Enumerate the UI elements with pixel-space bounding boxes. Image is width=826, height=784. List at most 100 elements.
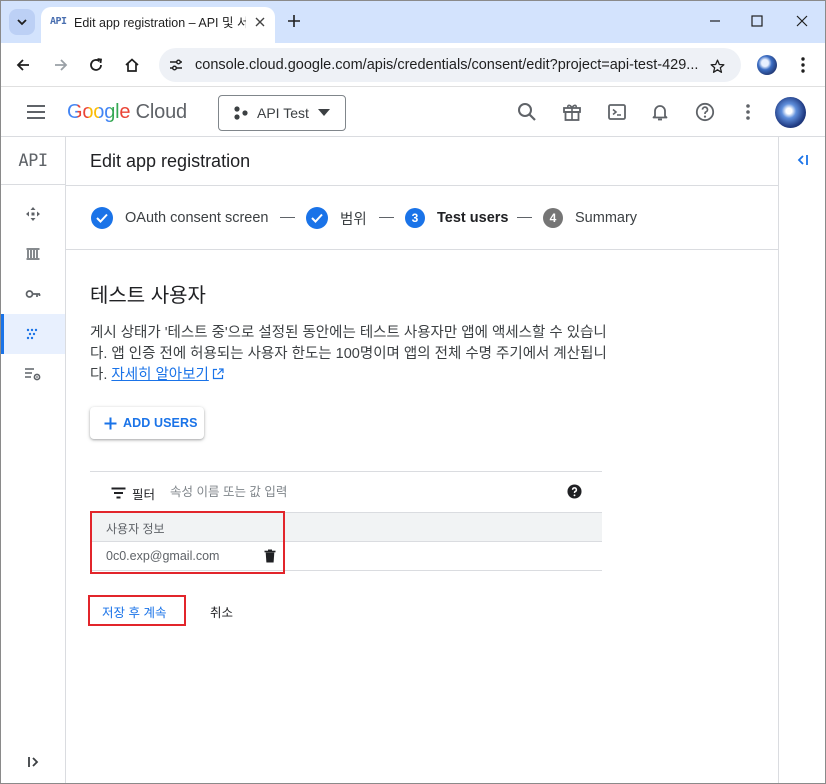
minimize-icon	[710, 20, 720, 22]
settings-menu-button[interactable]	[736, 100, 760, 124]
learn-more-link[interactable]: 자세히 알아보기	[111, 367, 208, 383]
step-scopes[interactable]: 범위	[306, 207, 367, 229]
help-button[interactable]	[693, 100, 717, 124]
step-number: 3	[405, 208, 425, 228]
plus-icon	[102, 415, 118, 431]
collapse-left-icon	[797, 155, 808, 165]
browser-profile-avatar[interactable]	[757, 55, 777, 75]
tab-strip: API Edit app registration – API 및 서비스	[1, 1, 825, 43]
step-separator	[280, 217, 295, 218]
rail-item-enabled-apis[interactable]	[1, 194, 65, 234]
browser-menu-button[interactable]	[793, 55, 813, 75]
home-button[interactable]	[120, 53, 144, 77]
step-label: 범위	[340, 211, 367, 228]
project-dots-icon	[233, 105, 249, 121]
browser-toolbar: console.cloud.google.com/apis/credential…	[1, 43, 825, 87]
gift-icon	[563, 104, 581, 121]
list-settings-icon	[25, 368, 41, 381]
main-menu-button[interactable]	[25, 101, 47, 123]
more-vert-icon	[746, 104, 750, 120]
back-button[interactable]	[11, 53, 35, 77]
expand-right-icon	[28, 757, 39, 767]
section-title: 테스트 사용자	[90, 285, 206, 307]
project-name: API Test	[257, 105, 309, 121]
plus-icon	[288, 15, 300, 27]
close-icon	[255, 17, 265, 27]
step-summary[interactable]: 4 Summary	[543, 207, 637, 229]
maximize-button[interactable]	[742, 9, 772, 33]
delete-user-button[interactable]	[261, 547, 279, 565]
step-label: OAuth consent screen	[125, 210, 269, 226]
right-side-panel	[778, 137, 825, 783]
site-settings-icon[interactable]	[167, 56, 185, 74]
bookmark-star-button[interactable]	[707, 56, 727, 76]
filter-list-icon	[110, 485, 126, 501]
reload-button[interactable]	[84, 53, 108, 77]
move-arrows-icon	[26, 207, 40, 221]
rail-item-settings[interactable]	[1, 354, 65, 394]
forward-button[interactable]	[49, 53, 73, 77]
page-title: Edit app registration	[90, 151, 251, 171]
check-circle-icon	[306, 207, 328, 229]
step-label: Summary	[575, 210, 638, 226]
rail-item-library[interactable]	[1, 234, 65, 274]
consent-dots-icon	[26, 328, 38, 340]
add-users-label: ADD USERS	[123, 416, 198, 430]
url-text: console.cloud.google.com/apis/credential…	[195, 57, 699, 73]
star-icon	[709, 58, 725, 73]
cancel-button[interactable]: 취소	[210, 602, 233, 621]
address-bar[interactable]: console.cloud.google.com/apis/credential…	[159, 48, 741, 82]
google-cloud-logo[interactable]: Google Cloud	[67, 100, 187, 124]
account-avatar[interactable]	[775, 97, 806, 128]
page-title-bar: Edit app registration	[66, 137, 778, 186]
collapse-panel-button[interactable]	[791, 149, 813, 171]
project-picker-button[interactable]: API Test	[218, 95, 346, 131]
gift-button[interactable]	[560, 100, 584, 124]
step-oauth-consent[interactable]: OAuth consent screen	[91, 207, 268, 229]
notifications-button[interactable]	[648, 100, 672, 124]
minimize-button[interactable]	[700, 9, 730, 33]
library-icon	[26, 248, 40, 260]
user-email: 0c0.exp@gmail.com	[106, 549, 220, 563]
tab-title: Edit app registration – API 및 서비스	[74, 16, 246, 30]
users-table-header: 사용자 정보	[90, 512, 602, 542]
terminal-icon	[608, 104, 626, 120]
chevron-down-icon	[17, 19, 27, 26]
reload-icon	[90, 58, 103, 71]
step-test-users[interactable]: 3 Test users	[405, 207, 508, 229]
browser-tab-active[interactable]: API Edit app registration – API 및 서비스	[41, 7, 275, 43]
tab-close-button[interactable]	[251, 13, 269, 31]
console-header: Google Cloud API Test	[1, 87, 825, 137]
trash-icon	[264, 549, 276, 563]
hamburger-icon	[27, 105, 45, 119]
caret-down-icon	[317, 106, 331, 120]
rail-item-credentials[interactable]	[1, 274, 65, 314]
filter-bar: 필터	[90, 471, 602, 511]
left-nav-rail: API	[1, 137, 66, 783]
add-users-button[interactable]: ADD USERS	[90, 407, 204, 439]
new-tab-button[interactable]	[283, 10, 305, 32]
open-in-new-icon	[212, 368, 224, 380]
filter-label: 필터	[132, 488, 156, 502]
browser-window: API Edit app registration – API 및 서비스	[0, 0, 826, 784]
tab-search-button[interactable]	[9, 9, 35, 35]
bell-icon	[652, 105, 668, 121]
rail-item-oauth-consent[interactable]	[1, 314, 65, 354]
cloud-shell-button[interactable]	[605, 100, 629, 124]
check-circle-icon	[91, 207, 113, 229]
table-row: 0c0.exp@gmail.com	[90, 542, 602, 571]
main-content: Edit app registration OAuth consent scre…	[66, 137, 778, 783]
home-icon	[125, 58, 139, 72]
help-circle-icon[interactable]	[566, 483, 582, 499]
api-product-logo[interactable]: API	[1, 137, 65, 185]
step-separator	[379, 217, 394, 218]
filter-input[interactable]	[170, 482, 430, 502]
expand-nav-button[interactable]	[23, 751, 45, 773]
logo-cloud: Cloud	[135, 101, 187, 123]
window-close-button[interactable]	[787, 9, 817, 33]
search-button[interactable]	[515, 100, 539, 124]
save-and-continue-button[interactable]: 저장 후 계속	[102, 602, 166, 621]
close-icon	[796, 15, 808, 27]
step-separator	[517, 217, 532, 218]
search-icon	[518, 103, 536, 121]
